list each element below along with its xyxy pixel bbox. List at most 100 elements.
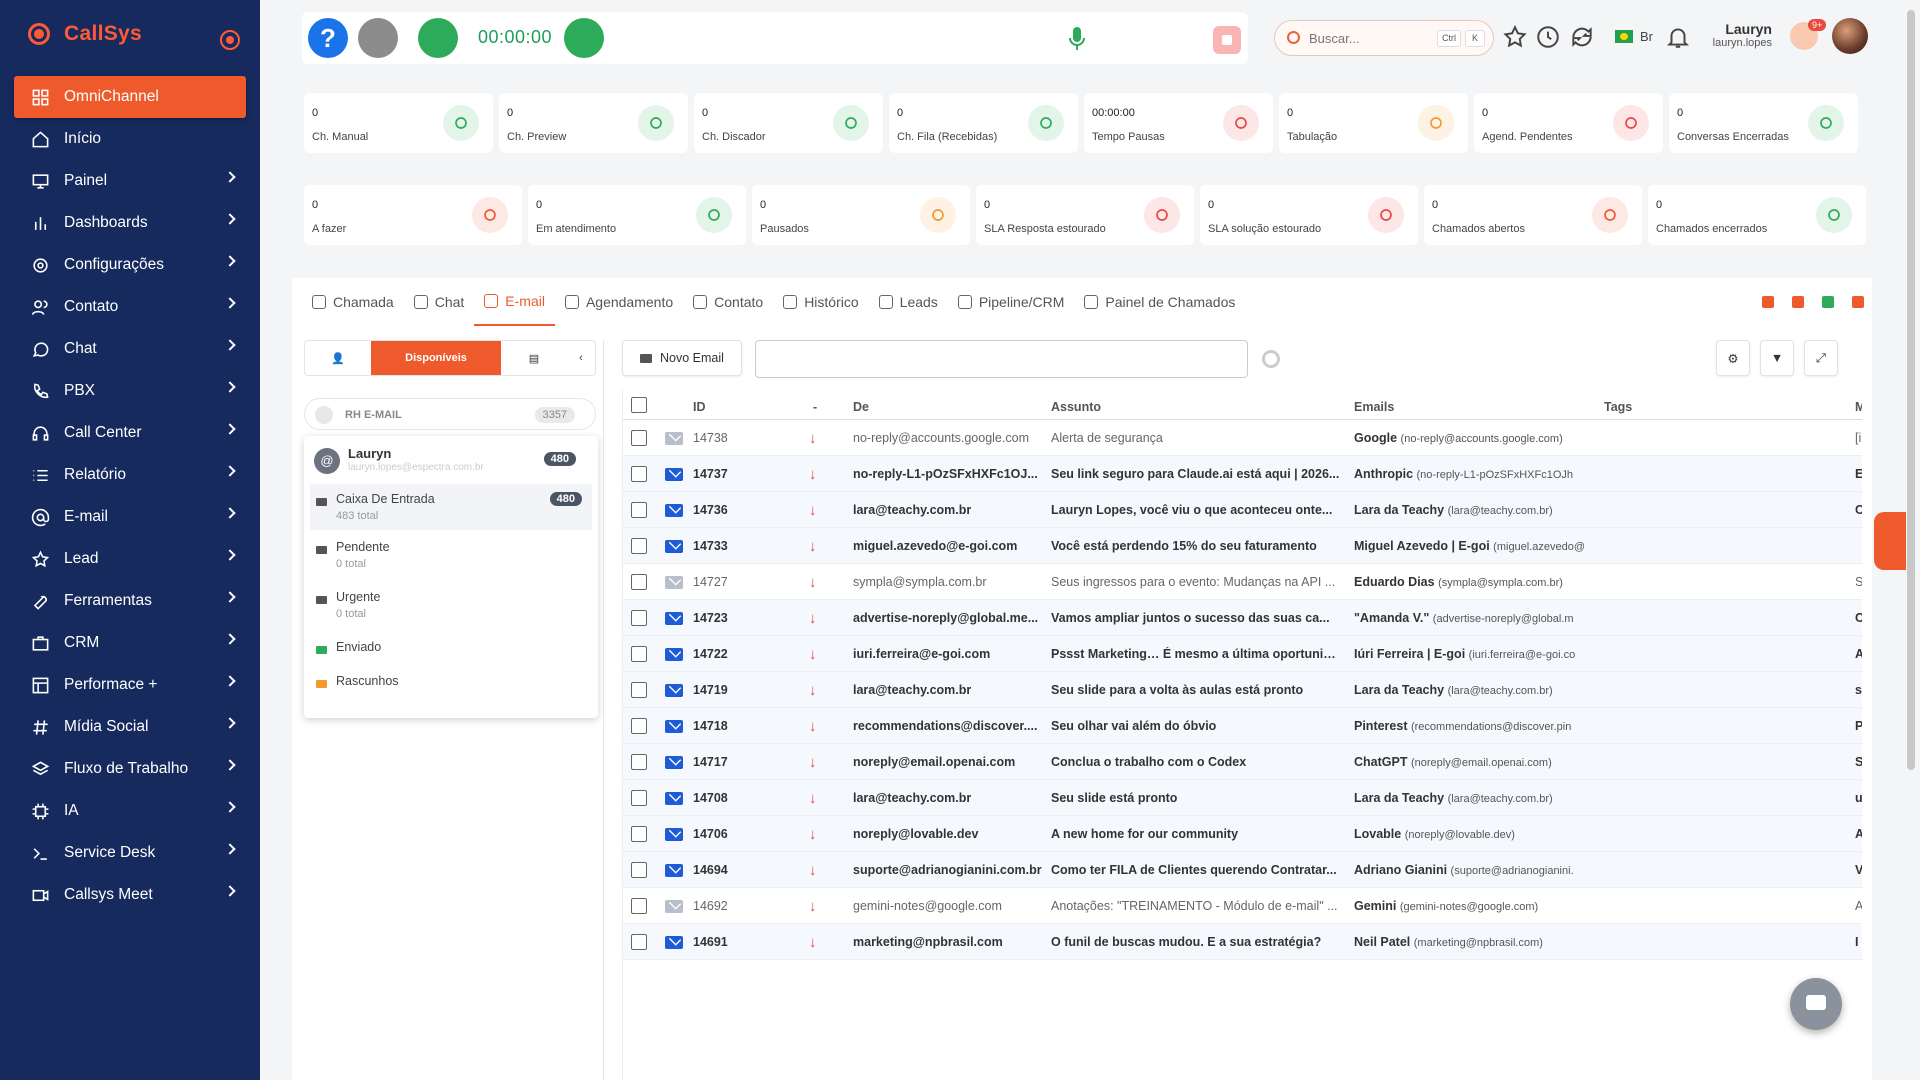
row-checkbox[interactable] xyxy=(631,682,647,698)
folder-caixa-de-entrada[interactable]: Caixa De Entrada 483 total 480 xyxy=(310,484,592,530)
stat-card[interactable]: 0 A fazer xyxy=(304,185,522,245)
row-checkbox[interactable] xyxy=(631,862,647,878)
tab-hist-rico[interactable]: Histórico xyxy=(773,278,868,326)
stat-card[interactable]: 0 Agend. Pendentes xyxy=(1474,93,1663,153)
filter-button[interactable]: ▼ xyxy=(1760,340,1794,376)
stat-card[interactable]: 00:00:00 Tempo Pausas xyxy=(1084,93,1273,153)
stat-card[interactable]: 0 SLA solução estourado xyxy=(1200,185,1418,245)
stat-card[interactable]: 0 Chamados abertos xyxy=(1424,185,1642,245)
table-row[interactable]: 14723 ↓ advertise-noreply@global.me... Vamo… xyxy=(623,600,1862,636)
table-row[interactable]: 14733 ↓ miguel.azevedo@e-goi.com Você está … xyxy=(623,528,1862,564)
headset-icon[interactable] xyxy=(358,18,398,58)
table-row[interactable]: 14692 ↓ gemini-notes@google.com Anotações: … xyxy=(623,888,1862,924)
table-row[interactable]: 14717 ↓ noreply@email.openai.com Conclua o … xyxy=(623,744,1862,780)
sidebar-toggle-icon[interactable] xyxy=(220,30,240,50)
row-checkbox[interactable] xyxy=(631,898,647,914)
table-row[interactable]: 14727 ↓ sympla@sympla.com.br Seus ingressos… xyxy=(623,564,1862,600)
sidebar-item-relat-rio[interactable]: Relatório xyxy=(14,454,246,496)
tab-e-mail[interactable]: E-mail xyxy=(474,278,555,326)
table-row[interactable]: 14706 ↓ noreply@lovable.dev A new home for … xyxy=(623,816,1862,852)
sidebar-item-callsys-meet[interactable]: Callsys Meet xyxy=(14,874,246,916)
stat-card[interactable]: 0 Chamados encerrados xyxy=(1648,185,1866,245)
stat-card[interactable]: 0 Ch. Fila (Recebidas) xyxy=(889,93,1078,153)
ticket-icon[interactable] xyxy=(1792,296,1804,308)
table-row[interactable]: 14694 ↓ suporte@adrianogianini.com.br Como … xyxy=(623,852,1862,888)
row-checkbox[interactable] xyxy=(631,466,647,482)
stat-card[interactable]: 0 Tabulação xyxy=(1279,93,1468,153)
help-icon[interactable]: ? xyxy=(308,18,348,58)
mailbox-selector[interactable]: RH E-MAIL 3357 xyxy=(304,398,596,430)
sidebar-item-m-dia-social[interactable]: Mídia Social xyxy=(14,706,246,748)
sidebar-item-crm[interactable]: CRM xyxy=(14,622,246,664)
sidebar-item-e-mail[interactable]: E-mail xyxy=(14,496,246,538)
row-checkbox[interactable] xyxy=(631,610,647,626)
table-row[interactable]: 14718 ↓ recommendations@discover.... Seu ol… xyxy=(623,708,1862,744)
col-from[interactable]: De xyxy=(853,400,869,414)
sidebar-item-ferramentas[interactable]: Ferramentas xyxy=(14,580,246,622)
sync-icon[interactable] xyxy=(1569,24,1595,53)
sidebar-item-fluxo-de-trabalho[interactable]: Fluxo de Trabalho xyxy=(14,748,246,790)
row-checkbox[interactable] xyxy=(631,754,647,770)
sidebar-item-ia[interactable]: IA xyxy=(14,790,246,832)
folder-pendente[interactable]: Pendente 0 total xyxy=(310,532,592,578)
sidebar-item-omnichannel[interactable]: OmniChannel xyxy=(14,76,246,118)
phone-device-icon[interactable] xyxy=(418,18,458,58)
add-user-icon[interactable] xyxy=(1852,296,1864,308)
chat-fab-button[interactable] xyxy=(1790,978,1842,1030)
avatar[interactable] xyxy=(1832,18,1868,54)
stat-card[interactable]: 0 Pausados xyxy=(752,185,970,245)
table-row[interactable]: 14737 ↓ no-reply-L1-pOzSFxHXFc1OJ... Seu li… xyxy=(623,456,1862,492)
tab-pipeline-crm[interactable]: Pipeline/CRM xyxy=(948,278,1075,326)
select-all-checkbox[interactable] xyxy=(631,397,647,413)
stat-card[interactable]: 0 Em atendimento xyxy=(528,185,746,245)
account-header[interactable]: @ Lauryn lauryn.lopes@espectra.com.br 48… xyxy=(304,436,598,484)
page-scrollbar[interactable] xyxy=(1907,10,1915,770)
sidebar-item-chat[interactable]: Chat xyxy=(14,328,246,370)
bell-icon[interactable] xyxy=(1665,24,1691,53)
expand-button[interactable]: ⤢ xyxy=(1804,340,1838,376)
side-panel-tab[interactable] xyxy=(1874,512,1906,570)
collapse-left-icon[interactable]: ‹ xyxy=(567,341,595,375)
sidebar-item-pbx[interactable]: PBX xyxy=(14,370,246,412)
table-row[interactable]: 14738 ↓ no-reply@accounts.google.com Alerta… xyxy=(623,420,1862,456)
brazil-flag-icon[interactable] xyxy=(1615,30,1633,43)
microphone-icon[interactable] xyxy=(1068,26,1086,55)
sidebar-item-dashboards[interactable]: Dashboards xyxy=(14,202,246,244)
sidebar-item-contato[interactable]: Contato xyxy=(14,286,246,328)
search-icon[interactable] xyxy=(1262,350,1280,368)
sidebar-item-service-desk[interactable]: Service Desk xyxy=(14,832,246,874)
chat-status-icon[interactable] xyxy=(564,18,604,58)
settings-button[interactable]: ⚙ xyxy=(1716,340,1750,376)
col-subject[interactable]: Assunto xyxy=(1051,400,1101,414)
person-filter-icon[interactable]: 👤 xyxy=(305,341,371,375)
sidebar-item-lead[interactable]: Lead xyxy=(14,538,246,580)
stat-card[interactable]: 0 Conversas Encerradas xyxy=(1669,93,1858,153)
sidebar-item-in-cio[interactable]: Início xyxy=(14,118,246,160)
star-icon[interactable] xyxy=(1502,24,1528,53)
stat-card[interactable]: 0 Ch. Manual xyxy=(304,93,493,153)
folder-rascunhos[interactable]: Rascunhos xyxy=(310,666,592,696)
sidebar-item-painel[interactable]: Painel xyxy=(14,160,246,202)
row-checkbox[interactable] xyxy=(631,826,647,842)
tab-agendamento[interactable]: Agendamento xyxy=(555,278,683,326)
brand[interactable]: CallSys xyxy=(28,22,142,46)
tab-leads[interactable]: Leads xyxy=(869,278,948,326)
stat-card[interactable]: 0 Ch. Preview xyxy=(499,93,688,153)
global-search[interactable]: Buscar... Ctrl K xyxy=(1274,20,1494,56)
row-checkbox[interactable] xyxy=(631,934,647,950)
row-checkbox[interactable] xyxy=(631,646,647,662)
table-row[interactable]: 14708 ↓ lara@teachy.com.br Seu slide está p… xyxy=(623,780,1862,816)
table-row[interactable]: 14719 ↓ lara@teachy.com.br Seu slide para a… xyxy=(623,672,1862,708)
row-checkbox[interactable] xyxy=(631,502,647,518)
sidebar-item-call-center[interactable]: Call Center xyxy=(14,412,246,454)
stat-card[interactable]: 0 Ch. Discador xyxy=(694,93,883,153)
table-row[interactable]: 14691 ↓ marketing@npbrasil.com O funil de b… xyxy=(623,924,1862,960)
inbox-filter-icon[interactable]: ▤ xyxy=(501,341,567,375)
tab-chamada[interactable]: Chamada xyxy=(302,278,404,326)
row-checkbox[interactable] xyxy=(631,430,647,446)
tab-contato[interactable]: Contato xyxy=(683,278,773,326)
table-row[interactable]: 14722 ↓ iuri.ferreira@e-goi.com Pssst Marke… xyxy=(623,636,1862,672)
available-tab[interactable]: Disponíveis xyxy=(371,341,501,375)
row-checkbox[interactable] xyxy=(631,574,647,590)
edit-icon[interactable] xyxy=(1822,296,1834,308)
